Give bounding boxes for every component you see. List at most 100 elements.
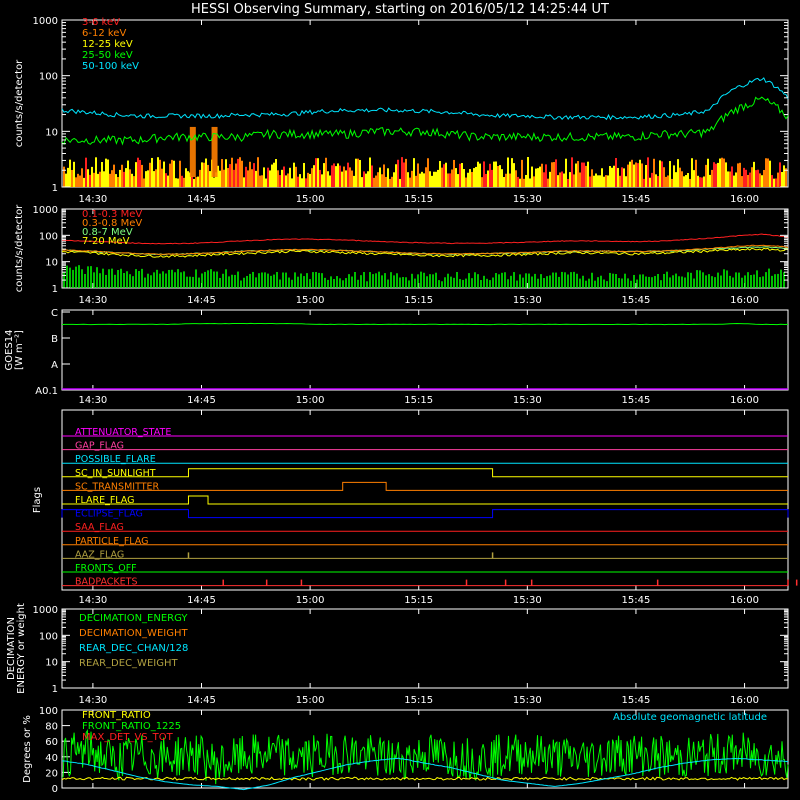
count-bar	[123, 171, 125, 187]
count-bar	[421, 171, 423, 187]
legend-entry: FRONT_RATIO_1225	[82, 721, 181, 732]
count-bar	[263, 167, 265, 187]
count-bar	[597, 175, 599, 187]
count-bar	[187, 171, 189, 187]
count-bar	[83, 177, 85, 187]
count-bar	[195, 177, 197, 187]
count-bar	[353, 175, 355, 187]
count-bar	[469, 169, 471, 187]
count-bar	[227, 168, 229, 187]
count-bar	[653, 158, 655, 187]
count-bar	[567, 178, 569, 187]
count-bar	[581, 162, 583, 187]
count-bar	[679, 167, 681, 187]
count-bar	[167, 175, 169, 187]
count-bar	[633, 164, 635, 187]
count-bar	[455, 168, 457, 187]
count-bar	[77, 173, 79, 187]
count-bar	[95, 157, 97, 187]
count-bar	[205, 158, 207, 187]
count-bar	[505, 173, 507, 187]
count-bar	[239, 157, 241, 187]
count-bar	[713, 162, 715, 187]
count-bar	[741, 176, 743, 187]
x-tick-label: 16:00	[730, 295, 759, 306]
legend-entry: REAR_DEC_WEIGHT	[79, 658, 178, 669]
count-bar	[357, 158, 359, 187]
count-bar	[671, 178, 673, 187]
count-bar	[767, 158, 769, 187]
count-bar	[723, 158, 725, 187]
count-bar	[249, 161, 251, 187]
count-bar	[453, 159, 455, 187]
x-tick-label: 14:30	[78, 695, 107, 706]
count-bar	[663, 167, 665, 187]
count-bar	[151, 157, 153, 187]
count-bar	[649, 177, 651, 187]
x-tick-label: 15:30	[513, 194, 542, 205]
x-tick-label: 16:00	[730, 695, 759, 706]
count-bar	[471, 171, 473, 187]
count-bar	[781, 172, 783, 187]
y-tick-label: A0.1	[35, 386, 58, 397]
count-bar	[641, 163, 643, 187]
count-bar	[209, 171, 211, 187]
count-bar	[475, 166, 477, 187]
count-bar	[565, 158, 567, 187]
count-bar	[479, 163, 481, 187]
panel-high-energy: 1101001000counts/s/detector 0.1-0.3 MeV0.…	[14, 204, 789, 306]
x-tick-label: 15:30	[513, 395, 542, 406]
count-bar	[275, 159, 277, 187]
y-tick-label: 40	[45, 753, 58, 764]
count-bar	[587, 161, 589, 187]
count-bar	[639, 159, 641, 187]
count-bar	[75, 177, 77, 187]
count-bar	[397, 159, 399, 187]
x-tick-label: 15:00	[296, 194, 325, 205]
count-bar	[79, 175, 81, 187]
count-bar	[219, 170, 221, 187]
count-bar	[99, 171, 101, 187]
count-bar	[625, 176, 627, 187]
legend-entry: 50-100 keV	[82, 61, 139, 72]
count-bar	[509, 173, 511, 187]
count-bar	[105, 158, 107, 187]
series-line-0.1-0.3	[61, 233, 788, 245]
count-bar	[423, 173, 425, 187]
count-bar	[559, 172, 561, 187]
count-bar	[543, 172, 545, 187]
count-bar	[645, 164, 647, 187]
count-bar	[689, 178, 691, 187]
x-tick-label: 15:30	[513, 295, 542, 306]
y-tick-label: 60	[45, 737, 58, 748]
count-bar	[579, 172, 581, 187]
count-bar	[555, 159, 557, 187]
y-tick-label: 10	[45, 127, 58, 138]
x-tick-label: 15:15	[404, 295, 433, 306]
count-bar	[707, 158, 709, 187]
x-tick-label: 16:00	[730, 395, 759, 406]
count-bar	[345, 170, 347, 187]
legend-entry: 25-50 keV	[82, 50, 133, 61]
count-bar	[737, 163, 739, 187]
count-bar	[355, 158, 357, 187]
count-bar	[279, 175, 281, 187]
count-bar	[415, 175, 417, 187]
count-bar	[351, 170, 353, 187]
count-bar	[701, 177, 703, 187]
count-bar	[613, 165, 615, 187]
count-bar	[623, 168, 625, 187]
count-bar	[287, 173, 289, 187]
count-bar	[409, 177, 411, 187]
count-bar	[87, 169, 89, 187]
count-bar	[243, 177, 245, 187]
count-bar	[65, 173, 67, 187]
count-bar	[109, 173, 111, 187]
count-bar	[549, 171, 551, 187]
count-bar	[629, 161, 631, 187]
x-tick-label: 14:45	[187, 695, 216, 706]
count-bar	[709, 174, 711, 187]
count-bar	[491, 169, 493, 187]
count-bar	[743, 167, 745, 187]
count-bar	[463, 169, 465, 187]
